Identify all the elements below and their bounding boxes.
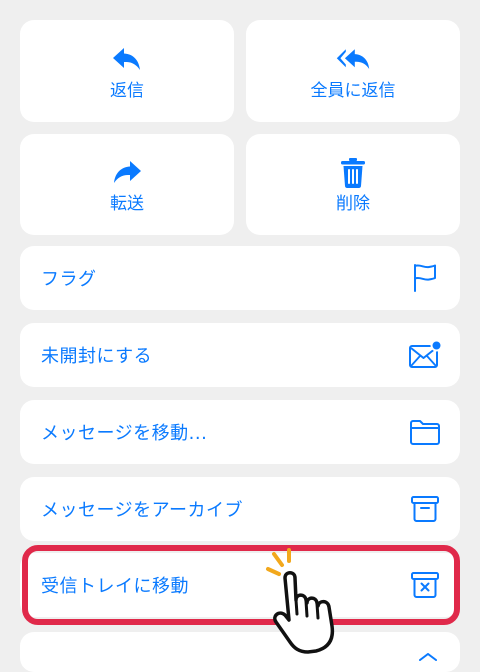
- trash-icon: [335, 156, 371, 190]
- forward-icon: [109, 156, 145, 190]
- unarchive-icon: [408, 568, 442, 602]
- forward-label: 転送: [110, 194, 144, 214]
- flag-row[interactable]: フラグ: [20, 246, 460, 310]
- move-message-label: メッセージを移動...: [41, 423, 208, 444]
- archive-label: メッセージをアーカイブ: [41, 500, 244, 521]
- move-to-inbox-row[interactable]: 受信トレイに移動: [20, 553, 460, 617]
- delete-label: 削除: [336, 194, 370, 214]
- reply-icon: [109, 43, 145, 77]
- mark-unread-label: 未開封にする: [41, 346, 153, 367]
- folder-icon: [408, 415, 442, 449]
- forward-button[interactable]: 転送: [20, 134, 234, 235]
- reply-all-button[interactable]: 全員に返信: [246, 20, 460, 122]
- reply-button[interactable]: 返信: [20, 20, 234, 122]
- reply-all-label: 全員に返信: [310, 80, 396, 101]
- move-message-row[interactable]: メッセージを移動...: [20, 400, 460, 464]
- archive-icon: [408, 492, 442, 526]
- reply-all-icon: [335, 43, 371, 77]
- mark-unread-row[interactable]: 未開封にする: [20, 323, 460, 387]
- partial-row[interactable]: [20, 632, 460, 672]
- flag-label: フラグ: [41, 269, 97, 290]
- flag-icon: [408, 261, 442, 295]
- delete-button[interactable]: 削除: [246, 134, 460, 235]
- move-to-inbox-label: 受信トレイに移動: [41, 576, 189, 597]
- reply-label: 返信: [110, 80, 144, 101]
- archive-row[interactable]: メッセージをアーカイブ: [20, 477, 460, 541]
- partial-row-icon: [418, 646, 438, 661]
- mark-unread-icon: [408, 338, 442, 372]
